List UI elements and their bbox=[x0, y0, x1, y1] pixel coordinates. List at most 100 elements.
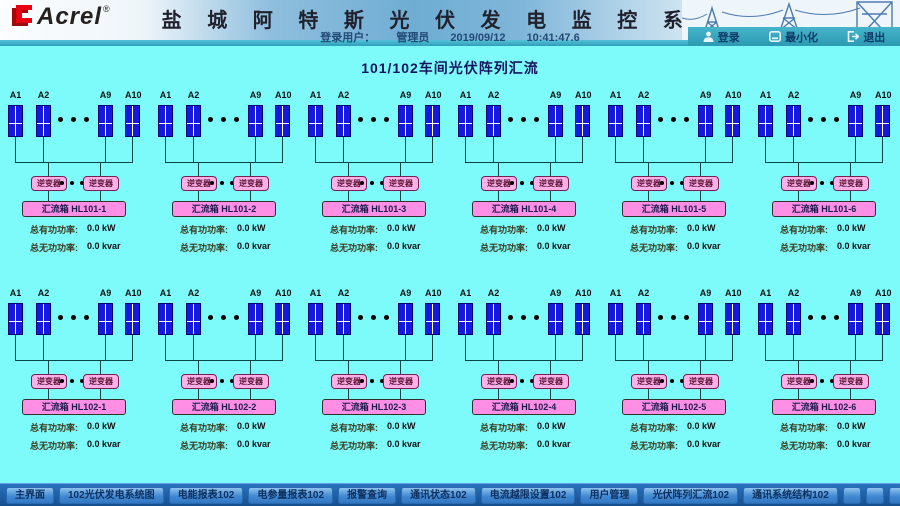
wire bbox=[882, 137, 883, 162]
pv-string: A9 bbox=[248, 288, 263, 335]
reactive-power-value: 0.0 kvar bbox=[537, 439, 571, 449]
combiner-prefix: 汇流箱 bbox=[642, 402, 669, 412]
inverter-box: 逆变器 bbox=[83, 374, 119, 389]
wire bbox=[732, 335, 733, 360]
reactive-power-value: 0.0 kvar bbox=[687, 439, 721, 449]
pv-panel-icon bbox=[458, 303, 473, 335]
combiner-box[interactable]: 汇流箱 HL101-2 bbox=[172, 201, 276, 217]
ellipsis-dots bbox=[508, 315, 539, 320]
exit-button-label: 退出 bbox=[863, 29, 885, 45]
wire bbox=[582, 335, 583, 360]
ellipsis-dots bbox=[658, 315, 689, 320]
combiner-box[interactable]: 汇流箱 HL102-2 bbox=[172, 399, 276, 415]
active-power-label: 总有功功率: bbox=[630, 421, 678, 434]
nav-tab[interactable]: 主界面 bbox=[6, 487, 54, 504]
combiner-box[interactable]: 汇流箱 HL102-6 bbox=[772, 399, 876, 415]
bus-wire bbox=[165, 162, 283, 163]
combiner-prefix: 汇流箱 bbox=[792, 402, 819, 412]
wire bbox=[498, 389, 499, 399]
wire bbox=[555, 335, 556, 360]
reactive-power-label: 总无功功率: bbox=[30, 241, 78, 254]
nav-tab[interactable]: 通讯状态102 bbox=[401, 487, 476, 504]
pv-panel-icon bbox=[36, 303, 51, 335]
reactive-power-value: 0.0 kvar bbox=[87, 241, 121, 251]
nav-tab-label: 主界面 bbox=[15, 490, 45, 501]
nav-tab[interactable] bbox=[866, 487, 884, 504]
wire bbox=[43, 137, 44, 162]
wire bbox=[198, 360, 199, 374]
active-power-value: 0.0 kW bbox=[837, 223, 866, 233]
wire bbox=[198, 162, 199, 176]
active-power-value: 0.0 kW bbox=[387, 223, 416, 233]
wire bbox=[282, 335, 283, 360]
exit-button[interactable]: 退出 bbox=[847, 29, 885, 45]
nav-tab[interactable] bbox=[889, 487, 900, 504]
wire bbox=[48, 360, 49, 374]
bus-wire bbox=[315, 360, 433, 361]
bus-wire bbox=[165, 360, 283, 361]
combiner-box[interactable]: 汇流箱 HL101-5 bbox=[622, 201, 726, 217]
inverter-box: 逆变器 bbox=[683, 176, 719, 191]
login-button[interactable]: 登录 bbox=[703, 29, 740, 45]
pv-string-label: A10 bbox=[725, 288, 740, 301]
combiner-box[interactable]: 汇流箱 HL102-5 bbox=[622, 399, 726, 415]
nav-tab[interactable]: 报警查询 bbox=[338, 487, 396, 504]
active-power-row: 总有功功率: 0.0 kW bbox=[300, 223, 450, 241]
nav-tab[interactable]: 电能报表102 bbox=[169, 487, 244, 504]
nav-tab-label: 102光伏发电系统图 bbox=[68, 490, 155, 501]
active-power-label: 总有功功率: bbox=[30, 421, 78, 434]
pv-panel-icon bbox=[725, 105, 740, 137]
active-power-label: 总有功功率: bbox=[180, 223, 228, 236]
wire bbox=[250, 389, 251, 399]
pv-string: A9 bbox=[98, 90, 113, 137]
pv-string: A10 bbox=[725, 288, 740, 335]
pv-string-label: A9 bbox=[848, 90, 863, 103]
pv-string: A10 bbox=[875, 288, 890, 335]
reactive-power-label: 总无功功率: bbox=[480, 439, 528, 452]
combiner-prefix: 汇流箱 bbox=[492, 204, 519, 214]
combiner-prefix: 汇流箱 bbox=[192, 204, 219, 214]
reactive-power-row: 总无功功率: 0.0 kvar bbox=[750, 241, 900, 259]
reactive-power-label: 总无功功率: bbox=[780, 439, 828, 452]
wire bbox=[798, 389, 799, 399]
combiner-box[interactable]: 汇流箱 HL101-3 bbox=[322, 201, 426, 217]
combiner-box[interactable]: 汇流箱 HL102-1 bbox=[22, 399, 126, 415]
wire bbox=[793, 335, 794, 360]
inverter-box: 逆变器 bbox=[383, 176, 419, 191]
nav-tab[interactable]: 光伏阵列汇流102 bbox=[643, 487, 738, 504]
nav-tab[interactable]: 电参量报表102 bbox=[248, 487, 333, 504]
pv-string: A2 bbox=[636, 288, 651, 335]
bottom-nav: 主界面 102光伏发电系统图 电能报表102 电参量报表102 报警查询 通讯状… bbox=[0, 483, 900, 506]
nav-tab-label: 通讯状态102 bbox=[410, 490, 467, 501]
combiner-box[interactable]: 汇流箱 HL102-3 bbox=[322, 399, 426, 415]
power-metrics: 总有功功率: 0.0 kW 总无功功率: 0.0 kvar bbox=[600, 223, 750, 259]
wire bbox=[400, 360, 401, 374]
combiner-box[interactable]: 汇流箱 HL101-1 bbox=[22, 201, 126, 217]
nav-tab[interactable]: 通讯系统结构102 bbox=[743, 487, 838, 504]
ellipsis-dots bbox=[60, 379, 84, 383]
nav-tab-label: 电流越限设置102 bbox=[490, 490, 567, 501]
wire bbox=[850, 191, 851, 201]
pv-string-label: A10 bbox=[425, 288, 440, 301]
pv-string-label: A1 bbox=[758, 90, 773, 103]
combiner-box[interactable]: 汇流箱 HL102-4 bbox=[472, 399, 576, 415]
current-date: 2019/09/12 bbox=[450, 32, 505, 44]
pv-string: A10 bbox=[125, 90, 140, 137]
wire bbox=[855, 137, 856, 162]
active-power-value: 0.0 kW bbox=[537, 223, 566, 233]
minimize-button[interactable]: 最小化 bbox=[769, 29, 818, 45]
wire bbox=[555, 137, 556, 162]
pv-panel-icon bbox=[786, 303, 801, 335]
nav-tab[interactable]: 102光伏发电系统图 bbox=[59, 487, 164, 504]
power-metrics: 总有功功率: 0.0 kW 总无功功率: 0.0 kvar bbox=[450, 421, 600, 457]
combiner-box[interactable]: 汇流箱 HL101-6 bbox=[772, 201, 876, 217]
wire bbox=[615, 335, 616, 360]
wire bbox=[700, 162, 701, 176]
combiner-box[interactable]: 汇流箱 HL101-4 bbox=[472, 201, 576, 217]
active-power-row: 总有功功率: 0.0 kW bbox=[450, 223, 600, 241]
nav-tab[interactable]: 用户管理 bbox=[580, 487, 638, 504]
nav-tab[interactable]: 电流越限设置102 bbox=[481, 487, 576, 504]
pv-string-label: A2 bbox=[336, 288, 351, 301]
nav-tab[interactable] bbox=[843, 487, 861, 504]
pv-string-label: A1 bbox=[758, 288, 773, 301]
